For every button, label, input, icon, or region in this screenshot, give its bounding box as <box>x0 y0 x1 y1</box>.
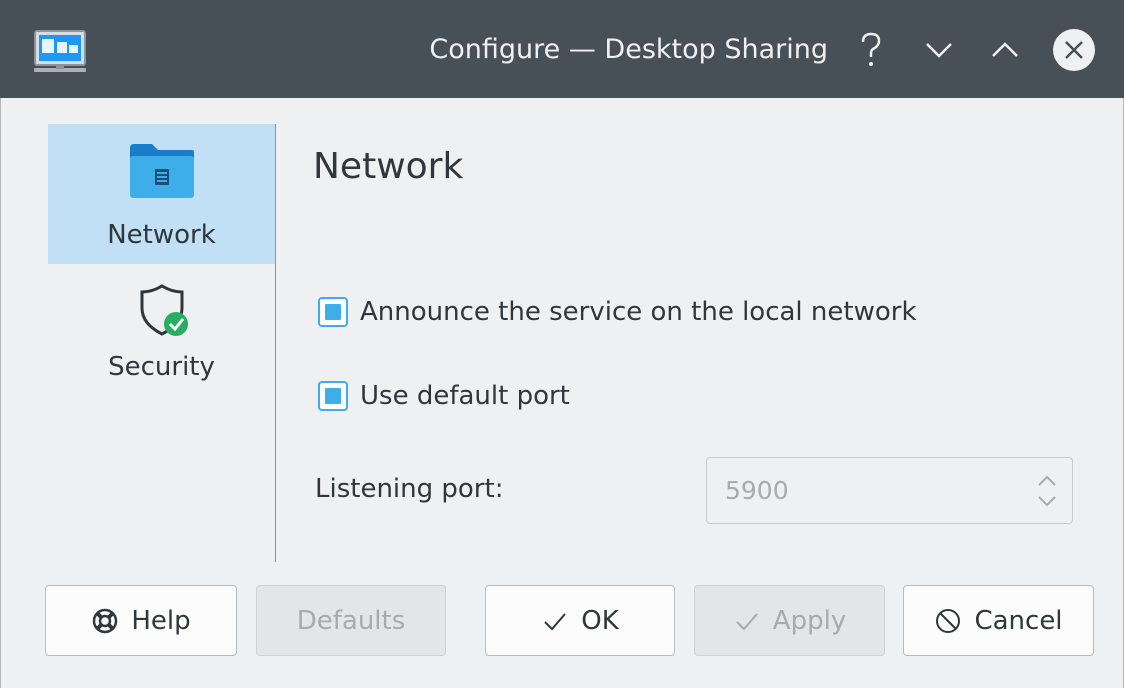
listening-port-label: Listening port: <box>315 474 504 504</box>
maximize-icon[interactable] <box>983 28 1027 72</box>
checkbox-box[interactable] <box>318 381 348 411</box>
help-button[interactable]: Help <box>45 585 237 656</box>
apply-button-label: Apply <box>772 605 847 636</box>
cancel-button-label: Cancel <box>974 605 1063 636</box>
shield-check-icon <box>130 280 194 340</box>
checkmark-icon <box>544 612 566 630</box>
announce-service-checkbox[interactable]: Announce the service on the local networ… <box>318 292 917 332</box>
sidebar-item-label: Security <box>108 352 215 382</box>
checkbox-label: Use default port <box>360 381 570 411</box>
checkbox-label: Announce the service on the local networ… <box>360 297 917 327</box>
title-bar[interactable]: Configure — Desktop Sharing <box>0 0 1124 98</box>
lifebuoy-icon <box>93 608 118 633</box>
page-list: Network Security <box>48 124 276 562</box>
minimize-icon[interactable] <box>917 28 961 72</box>
checkmark-icon <box>736 612 758 630</box>
defaults-button[interactable]: Defaults <box>256 585 446 656</box>
page-title: Network <box>313 146 464 187</box>
spin-arrows-icon[interactable] <box>1036 472 1058 510</box>
close-icon[interactable] <box>1052 28 1096 72</box>
ok-button[interactable]: OK <box>485 585 675 656</box>
sidebar-item-label: Network <box>107 220 216 250</box>
help-icon[interactable] <box>849 28 893 72</box>
sidebar-item-security[interactable]: Security <box>48 264 275 404</box>
use-default-port-checkbox[interactable]: Use default port <box>318 376 570 416</box>
listening-port-spinbox[interactable]: 5900 <box>706 457 1073 524</box>
network-folder-icon <box>126 138 198 202</box>
help-button-label: Help <box>131 605 191 636</box>
cancel-button[interactable]: Cancel <box>903 585 1094 656</box>
defaults-button-label: Defaults <box>296 605 406 636</box>
window-title: Configure — Desktop Sharing <box>429 34 828 65</box>
cancel-icon <box>936 608 961 633</box>
apply-button[interactable]: Apply <box>694 585 885 656</box>
sidebar-item-network[interactable]: Network <box>48 124 275 264</box>
port-value: 5900 <box>725 476 789 505</box>
checkbox-box[interactable] <box>318 297 348 327</box>
desktop-sharing-app-icon <box>32 28 88 76</box>
ok-button-label: OK <box>581 605 619 636</box>
